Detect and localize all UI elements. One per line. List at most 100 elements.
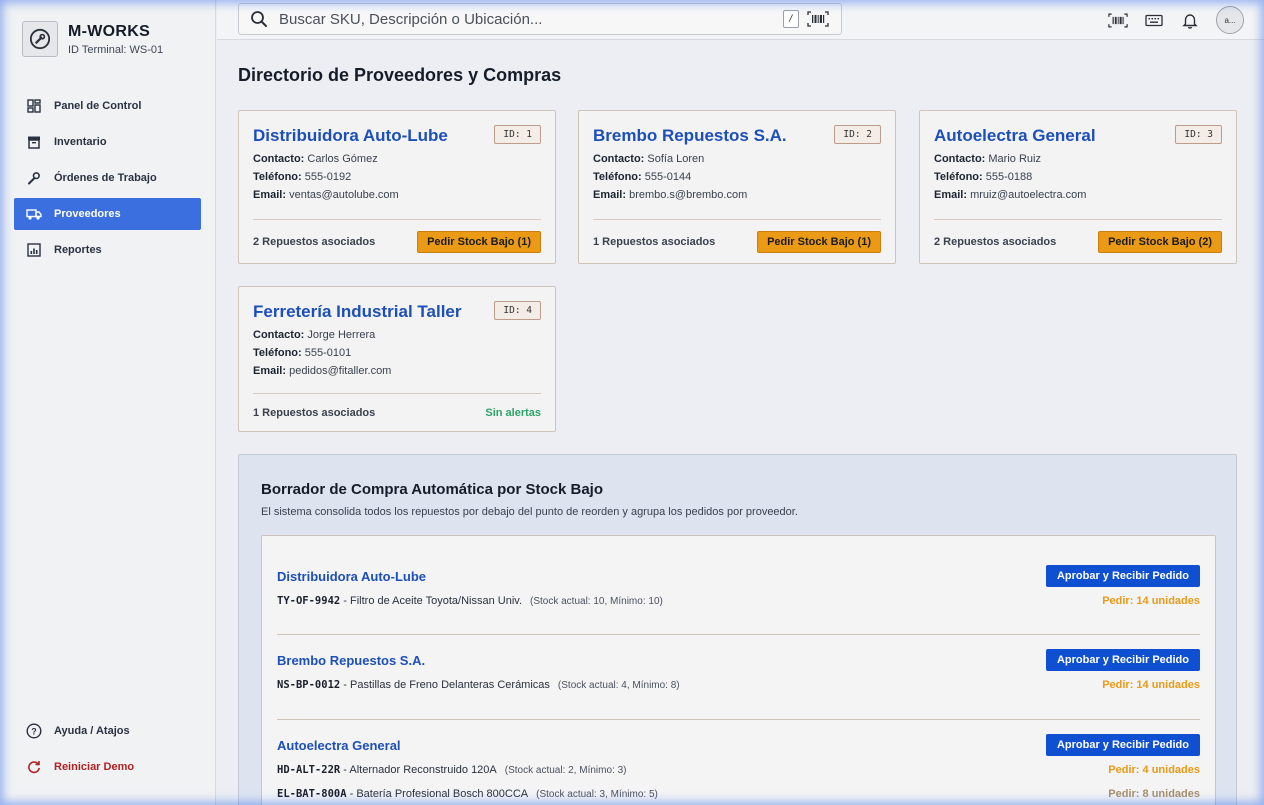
draft-supplier-name: Autoelectra General [277,737,401,753]
barcode-scan-icon[interactable] [807,11,829,27]
nav-item-ordenes-de-trabajo[interactable]: Órdenes de Trabajo [14,162,201,194]
phone-line: Teléfono: 555-0192 [253,170,541,184]
supplier-name[interactable]: Autoelectra General [934,126,1096,146]
card-footer: 1 Repuestos asociados Sin alertas [253,393,541,431]
order-low-stock-button[interactable]: Pedir Stock Bajo (1) [417,230,541,253]
draft-item-row: TY-OF-9942 - Filtro de Aceite Toyota/Nis… [277,595,1200,607]
email-label: Email: [934,189,968,201]
supplier-name[interactable]: Distribuidora Auto-Lube [253,126,448,146]
wrench-logo-icon [22,21,58,57]
nav-label: Reiniciar Demo [54,761,135,773]
sidebar-bottom: ? Ayuda / Atajos Reiniciar Demo [14,715,201,787]
dashboard-icon [26,98,42,114]
nav-item-inventario[interactable]: Inventario [14,126,201,158]
contact-value: Carlos Gómez [307,153,378,165]
email-line: Email: brembo.s@brembo.com [593,188,881,202]
supplier-id-badge: ID: 3 [1175,125,1222,144]
item-description: - Batería Profesional Bosch 800CCA [346,788,529,800]
draft-supplier-group: Distribuidora Auto-Lube Aprobar y Recibi… [277,564,1200,607]
email-value: pedidos@fitaller.com [289,365,392,377]
email-label: Email: [253,189,287,201]
archive-icon [26,134,42,150]
phone-line: Teléfono: 555-0188 [934,170,1222,184]
draft-description: El sistema consolida todos los repuestos… [261,506,798,518]
main-nav: Panel de Control Inventario Órdenes de T… [14,90,201,270]
associated-parts-count: 1 Repuestos asociados [593,235,716,248]
reset-demo-button[interactable]: Reiniciar Demo [14,751,201,783]
bar-chart-icon [26,242,42,258]
contact-value: Jorge Herrera [307,329,376,341]
email-line: Email: pedidos@fitaller.com [253,364,541,378]
draft-item-info: EL-BAT-800A - Batería Profesional Bosch … [277,788,658,800]
phone-value: 555-0192 [304,171,352,183]
phone-label: Teléfono: [253,347,302,359]
help-shortcuts-link[interactable]: ? Ayuda / Atajos [14,715,201,747]
item-sku: TY-OF-9942 [277,595,341,607]
notification-bell-icon[interactable] [1172,6,1208,34]
keyboard-icon[interactable] [1136,6,1172,34]
draft-orders-list: Distribuidora Auto-Lube Aprobar y Recibi… [261,535,1216,805]
associated-parts-count: 2 Repuestos asociados [253,235,376,248]
approve-receive-order-button[interactable]: Aprobar y Recibir Pedido [1045,734,1200,756]
email-label: Email: [253,365,287,377]
group-divider [277,634,1200,635]
search-input[interactable] [279,10,783,28]
user-avatar[interactable]: a... [1216,6,1244,34]
group-divider [277,719,1200,720]
item-description: - Alternador Reconstruido 120A [340,764,497,776]
nav-label: Órdenes de Trabajo [54,172,157,184]
item-description: - Filtro de Aceite Toyota/Nissan Univ. [340,595,522,607]
supplier-card: Ferretería Industrial Taller ID: 4 Conta… [238,286,556,432]
barcode-scanner-icon[interactable] [1100,6,1136,34]
supplier-id-badge: ID: 1 [494,125,541,144]
contact-value: Sofía Loren [647,153,705,165]
order-quantity: Pedir: 14 unidades [1102,595,1200,607]
email-value: mruiz@autoelectra.com [970,189,1087,201]
draft-supplier-group: Brembo Repuestos S.A. Aprobar y Recibir … [277,648,1200,691]
draft-item-row: NS-BP-0012 - Pastillas de Freno Delanter… [277,679,1200,691]
item-stock-info: (Stock actual: 3, Mínimo: 5) [536,789,658,800]
supplier-card: Distribuidora Auto-Lube ID: 1 Contacto: … [238,110,556,264]
contact-label: Contacto: [593,153,645,165]
shortcut-key-hint: / [783,10,799,28]
order-low-stock-button[interactable]: Pedir Stock Bajo (1) [757,230,881,253]
search-box: / [238,3,842,35]
draft-item-row: EL-BAT-800A - Batería Profesional Bosch … [277,788,1200,800]
order-low-stock-button[interactable]: Pedir Stock Bajo (2) [1098,230,1222,253]
phone-value: 555-0144 [644,171,692,183]
supplier-name[interactable]: Ferretería Industrial Taller [253,302,461,322]
phone-label: Teléfono: [934,171,983,183]
contact-line: Contacto: Jorge Herrera [253,328,541,342]
approve-receive-order-button[interactable]: Aprobar y Recibir Pedido [1045,649,1200,671]
draft-item-info: NS-BP-0012 - Pastillas de Freno Delanter… [277,679,680,691]
supplier-id-badge: ID: 4 [494,301,541,320]
contact-value: Mario Ruiz [988,153,1041,165]
item-stock-info: (Stock actual: 10, Mínimo: 10) [530,596,663,607]
wrench-icon [26,170,42,186]
approve-receive-order-button[interactable]: Aprobar y Recibir Pedido [1045,565,1200,587]
draft-item-row: HD-ALT-22R - Alternador Reconstruido 120… [277,764,1200,776]
no-alerts-status: Sin alertas [485,406,541,419]
nav-item-reportes[interactable]: Reportes [14,234,201,266]
nav-item-panel-de-control[interactable]: Panel de Control [14,90,201,122]
card-footer: 1 Repuestos asociados Pedir Stock Bajo (… [593,219,881,263]
phone-line: Teléfono: 555-0144 [593,170,881,184]
draft-item-info: HD-ALT-22R - Alternador Reconstruido 120… [277,764,626,776]
phone-value: 555-0101 [304,347,352,359]
email-line: Email: ventas@autolube.com [253,188,541,202]
nav-item-proveedores[interactable]: Proveedores [14,198,201,230]
item-stock-info: (Stock actual: 4, Mínimo: 8) [557,680,680,691]
nav-label: Reportes [54,244,102,256]
phone-label: Teléfono: [253,171,302,183]
svg-text:?: ? [31,727,37,737]
supplier-id-badge: ID: 2 [834,125,881,144]
contact-line: Contacto: Mario Ruiz [934,152,1222,166]
top-bar: / a... [217,0,1264,40]
card-footer: 2 Repuestos asociados Pedir Stock Bajo (… [253,219,541,263]
email-label: Email: [593,189,627,201]
supplier-name[interactable]: Brembo Repuestos S.A. [593,126,787,146]
email-value: brembo.s@brembo.com [629,189,748,201]
contact-label: Contacto: [253,153,305,165]
order-quantity: Pedir: 8 unidades [1108,788,1200,800]
contact-label: Contacto: [934,153,986,165]
